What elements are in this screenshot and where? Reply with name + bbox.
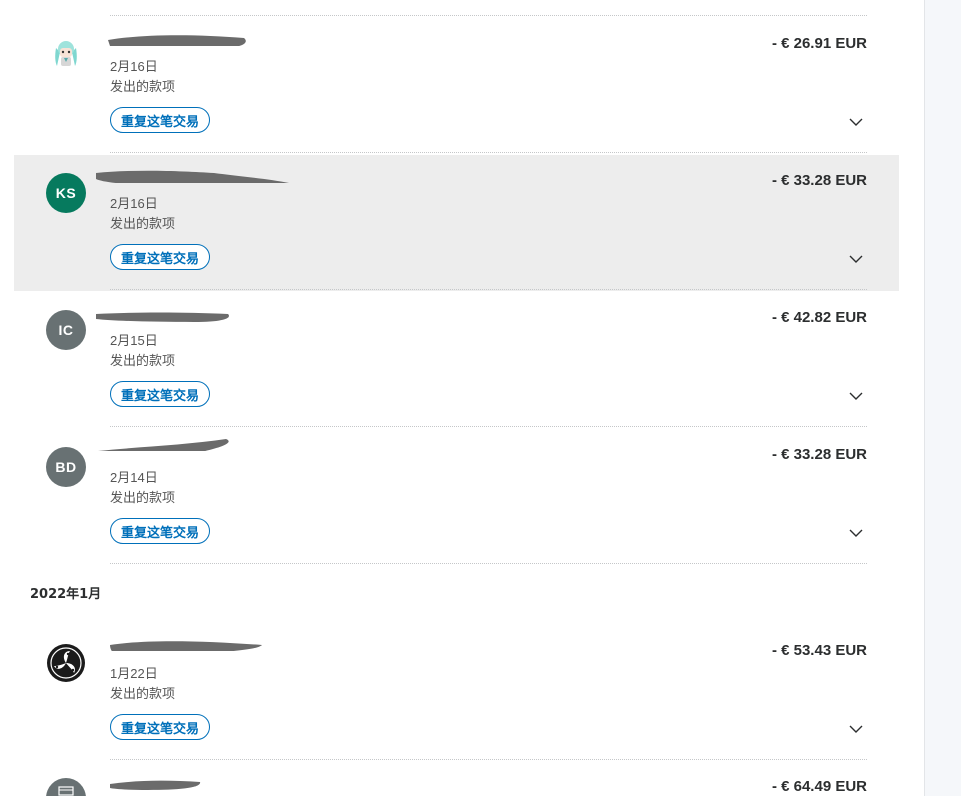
transaction-row[interactable]: KS - € 33.28 EUR 2月16日 发出的款项 重复这笔交易: [14, 155, 899, 291]
repeat-transaction-button[interactable]: 重复这笔交易: [110, 714, 211, 740]
transaction-row[interactable]: IC - € 42.82 EUR 2月15日 发出的款项 重复这笔交易: [14, 292, 899, 428]
transaction-row[interactable]: BD - € 33.28 EUR 2月14日 发出的款项 重复这笔交易: [14, 429, 899, 565]
divider: [110, 563, 867, 564]
repeat-transaction-button[interactable]: 重复这笔交易: [110, 107, 211, 133]
transaction-list: - € 26.91 EUR 2月16日 发出的款项 重复这笔交易 KS - € …: [0, 0, 924, 796]
transaction-date: 2月14日: [110, 470, 158, 485]
avatar: KS: [46, 173, 86, 213]
transaction-date: 2月16日: [110, 59, 158, 74]
chevron-down-icon[interactable]: [849, 117, 863, 127]
repeat-transaction-button[interactable]: 重复这笔交易: [110, 244, 211, 270]
transaction-amount: - € 53.43 EUR: [771, 642, 867, 659]
divider: [110, 759, 867, 760]
avatar: BD: [46, 447, 86, 487]
transaction-amount: - € 33.28 EUR: [771, 172, 867, 189]
month-header: 2022年1月: [30, 587, 102, 602]
transaction-type: 发出的款项: [110, 686, 176, 701]
divider: [110, 426, 867, 427]
chevron-down-icon[interactable]: [849, 528, 863, 538]
store-icon: [46, 778, 86, 796]
redacted-name: [98, 439, 229, 451]
transaction-date: 2月16日: [110, 196, 158, 211]
redacted-name: [96, 170, 289, 183]
transaction-type: 发出的款项: [110, 353, 176, 368]
transaction-amount: - € 33.28 EUR: [771, 446, 867, 463]
transaction-amount: - € 26.91 EUR: [771, 35, 867, 52]
redacted-name: [110, 641, 262, 651]
right-sidebar: [924, 0, 961, 796]
transaction-type: 发出的款项: [110, 79, 176, 94]
chevron-down-icon[interactable]: [849, 391, 863, 401]
avatar: IC: [46, 310, 86, 350]
redacted-name: [108, 35, 246, 46]
divider: [110, 152, 867, 153]
transaction-date: 1月22日: [110, 666, 158, 681]
transaction-type: 发出的款项: [110, 216, 176, 231]
transaction-type: 发出的款项: [110, 490, 176, 505]
chevron-down-icon[interactable]: [849, 724, 863, 734]
transaction-row[interactable]: - € 53.43 EUR 1月22日 发出的款项 重复这笔交易: [14, 625, 899, 761]
anime-character-avatar-icon: [46, 33, 86, 73]
transaction-amount: - € 42.82 EUR: [771, 309, 867, 326]
redacted-name: [110, 780, 201, 790]
transaction-row[interactable]: - € 64.49 EUR: [14, 762, 899, 796]
transaction-row[interactable]: - € 26.91 EUR 2月16日 发出的款项 重复这笔交易: [14, 16, 899, 152]
redacted-name: [96, 312, 229, 322]
chevron-down-icon[interactable]: [849, 254, 863, 264]
repeat-transaction-button[interactable]: 重复这笔交易: [110, 518, 211, 544]
transaction-date: 2月15日: [110, 333, 158, 348]
triskele-logo-avatar-icon: [46, 643, 86, 683]
repeat-transaction-button[interactable]: 重复这笔交易: [110, 381, 211, 407]
divider: [110, 289, 867, 290]
transaction-amount: - € 64.49 EUR: [771, 778, 867, 795]
